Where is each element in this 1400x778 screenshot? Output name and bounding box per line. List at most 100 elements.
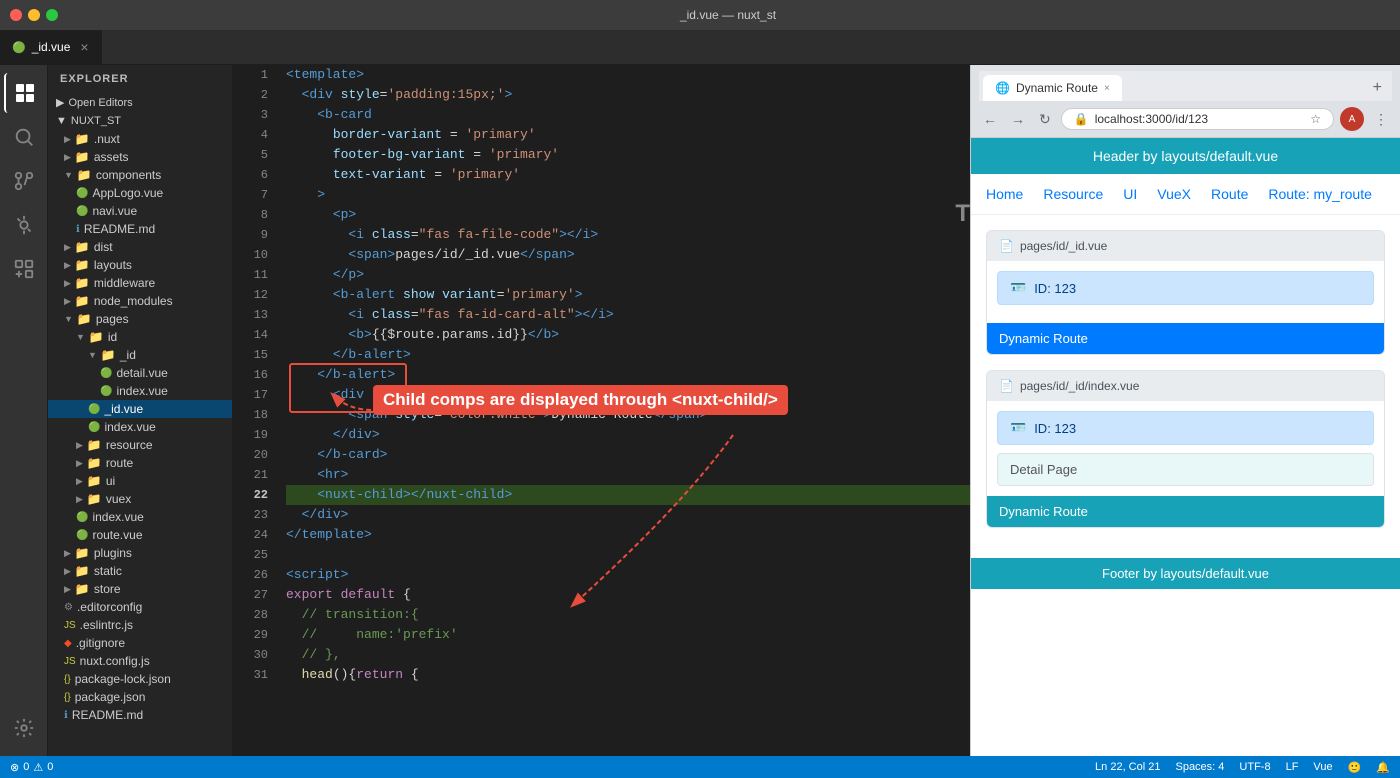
status-errors[interactable]: ⊗ 0 ⚠ 0 <box>10 761 53 774</box>
sidebar-item-detail[interactable]: 🟢 detail.vue <box>48 364 232 382</box>
search-icon[interactable] <box>4 117 44 157</box>
nav-home[interactable]: Home <box>986 186 1023 202</box>
sidebar-item-route[interactable]: ▶ 📁 route <box>48 454 232 472</box>
sidebar-item-resource[interactable]: ▶ 📁 resource <box>48 436 232 454</box>
new-tab-button[interactable]: + <box>1367 75 1388 101</box>
sidebar-item-index-pages[interactable]: 🟢 index.vue <box>48 508 232 526</box>
profile-button[interactable]: A <box>1340 107 1364 131</box>
status-position[interactable]: Ln 22, Col 21 <box>1095 761 1160 774</box>
nav-resource[interactable]: Resource <box>1043 186 1103 202</box>
sidebar-item-index-id[interactable]: 🟢 index.vue <box>48 418 232 436</box>
item-label: .gitignore <box>76 636 125 650</box>
code-lines[interactable]: <template> <div style='padding:15px;'> <… <box>278 65 970 756</box>
card-1: 📄 pages/id/_id.vue 🪪 ID: 123 Dynamic Rou… <box>986 230 1385 355</box>
browser-tab-close-icon[interactable]: × <box>1104 83 1110 94</box>
sidebar-item-nodemodules[interactable]: ▶ 📁 node_modules <box>48 292 232 310</box>
sidebar-item-readme2[interactable]: ℹ README.md <box>48 706 232 724</box>
id-icon-1: 🪪 <box>1010 280 1026 296</box>
tab-id-vue[interactable]: 🟢 _id.vue × <box>0 30 102 64</box>
tab-close-icon[interactable]: × <box>80 39 88 55</box>
folder-arrow: ▼ <box>76 332 85 342</box>
maximize-dot[interactable] <box>46 9 58 21</box>
settings-icon[interactable] <box>4 708 44 748</box>
back-button[interactable]: ← <box>979 109 1001 129</box>
code-line-17: <div slot="footer"> <box>286 385 970 405</box>
item-label: README.md <box>72 708 143 722</box>
item-label: README.md <box>84 222 155 236</box>
sidebar-item-nuxtconfig[interactable]: JS nuxt.config.js <box>48 652 232 670</box>
extensions-icon[interactable] <box>4 249 44 289</box>
address-bar[interactable]: 🔒 localhost:3000/id/123 ☆ <box>1061 108 1334 130</box>
sidebar-item-route-vue[interactable]: 🟢 route.vue <box>48 526 232 544</box>
sidebar-item-static[interactable]: ▶ 📁 static <box>48 562 232 580</box>
sidebar-item-id[interactable]: ▼ 📁 id <box>48 328 232 346</box>
status-emoji: 🙂 <box>1348 761 1362 774</box>
nav-route[interactable]: Route <box>1211 186 1248 202</box>
refresh-button[interactable]: ↻ <box>1035 109 1055 130</box>
code-editor[interactable]: 1 2 3 4 5 6 7 8 9 10 11 12 13 14 15 16 1 <box>233 65 970 756</box>
item-label: _id.vue <box>104 402 143 416</box>
window-controls[interactable] <box>10 9 58 21</box>
sidebar-item-dist[interactable]: ▶ 📁 dist <box>48 238 232 256</box>
code-line-20: </b-card> <box>286 445 970 465</box>
sidebar-item-middleware[interactable]: ▶ 📁 middleware <box>48 274 232 292</box>
item-label: package.json <box>75 690 146 704</box>
sidebar-item-vuex[interactable]: ▶ 📁 vuex <box>48 490 232 508</box>
nav-ui[interactable]: UI <box>1123 186 1137 202</box>
item-label: nuxt.config.js <box>80 654 150 668</box>
nav-route-myroute[interactable]: Route: my_route <box>1268 186 1372 202</box>
folder-arrow: ▶ <box>64 548 71 559</box>
browser-tab-active[interactable]: 🌐 Dynamic Route × <box>983 75 1122 101</box>
status-encoding[interactable]: UTF-8 <box>1239 761 1270 774</box>
js-file-icon: JS <box>64 620 76 631</box>
tab-bar: 🟢 _id.vue × <box>0 30 1400 65</box>
sidebar-item-components[interactable]: ▼ 📁 components <box>48 166 232 184</box>
sidebar-item-assets[interactable]: ▶ 📁 assets <box>48 148 232 166</box>
browser-main: 📄 pages/id/_id.vue 🪪 ID: 123 Dynamic Rou… <box>971 215 1400 558</box>
title-bar: _id.vue — nuxt_st <box>0 0 1400 30</box>
code-line-4: border-variant = 'primary' <box>286 125 970 145</box>
sidebar-item-ui[interactable]: ▶ 📁 ui <box>48 472 232 490</box>
sidebar-item-gitignore[interactable]: ◆ .gitignore <box>48 634 232 652</box>
open-editors-label: Open Editors <box>68 97 132 109</box>
forward-button[interactable]: → <box>1007 109 1029 129</box>
project-section[interactable]: ▼ NUXT_ST <box>48 112 232 130</box>
status-bell[interactable]: 🔔 <box>1376 761 1390 774</box>
card-2-subcard: Detail Page <box>997 453 1374 486</box>
sidebar-item-package[interactable]: {} package.json <box>48 688 232 706</box>
explorer-icon[interactable] <box>4 73 44 113</box>
status-line-ending[interactable]: LF <box>1286 761 1299 774</box>
json-file-icon: {} <box>64 692 71 703</box>
status-language[interactable]: Vue <box>1313 761 1332 774</box>
sidebar-item-readme1[interactable]: ℹ README.md <box>48 220 232 238</box>
sidebar-item-eslint[interactable]: JS .eslintrc.js <box>48 616 232 634</box>
nav-vuex[interactable]: VueX <box>1157 186 1191 202</box>
editor-content[interactable]: 1 2 3 4 5 6 7 8 9 10 11 12 13 14 15 16 1 <box>233 65 970 756</box>
sidebar-item-nuxt[interactable]: ▶ 📁 .nuxt <box>48 130 232 148</box>
source-control-icon[interactable] <box>4 161 44 201</box>
sidebar-item-applogo[interactable]: 🟢 AppLogo.vue <box>48 184 232 202</box>
header-text: Header by layouts/default.vue <box>1093 148 1278 164</box>
minimize-dot[interactable] <box>28 9 40 21</box>
star-icon[interactable]: ☆ <box>1310 112 1321 126</box>
sidebar-item-store[interactable]: ▶ 📁 store <box>48 580 232 598</box>
sidebar-item-layouts[interactable]: ▶ 📁 layouts <box>48 256 232 274</box>
browser-chrome: 🌐 Dynamic Route × + ← → ↻ 🔒 localhost:30… <box>971 65 1400 138</box>
sidebar-item-packagelock[interactable]: {} package-lock.json <box>48 670 232 688</box>
status-spaces[interactable]: Spaces: 4 <box>1175 761 1224 774</box>
vue-icon: 🟢 <box>12 41 26 54</box>
browser-menu-button[interactable]: ⋮ <box>1370 109 1392 130</box>
open-editors-section[interactable]: ▶ Open Editors <box>48 93 232 112</box>
sidebar-item-id-vue[interactable]: 🟢 _id.vue <box>48 400 232 418</box>
code-line-9: <i class="fas fa-file-code"></i> <box>286 225 970 245</box>
sidebar-item-plugins[interactable]: ▶ 📁 plugins <box>48 544 232 562</box>
sidebar-item-underscore-id[interactable]: ▼ 📁 _id <box>48 346 232 364</box>
sidebar-item-editorconfig[interactable]: ⚙ .editorconfig <box>48 598 232 616</box>
debug-icon[interactable] <box>4 205 44 245</box>
sidebar-item-pages[interactable]: ▼ 📁 pages <box>48 310 232 328</box>
sidebar-item-navi[interactable]: 🟢 navi.vue <box>48 202 232 220</box>
close-dot[interactable] <box>10 9 22 21</box>
code-line-23: </div> <box>286 505 970 525</box>
sidebar-item-index-under[interactable]: 🟢 index.vue <box>48 382 232 400</box>
code-line-18: <span style='color:white'>Dynamic Route<… <box>286 405 970 425</box>
